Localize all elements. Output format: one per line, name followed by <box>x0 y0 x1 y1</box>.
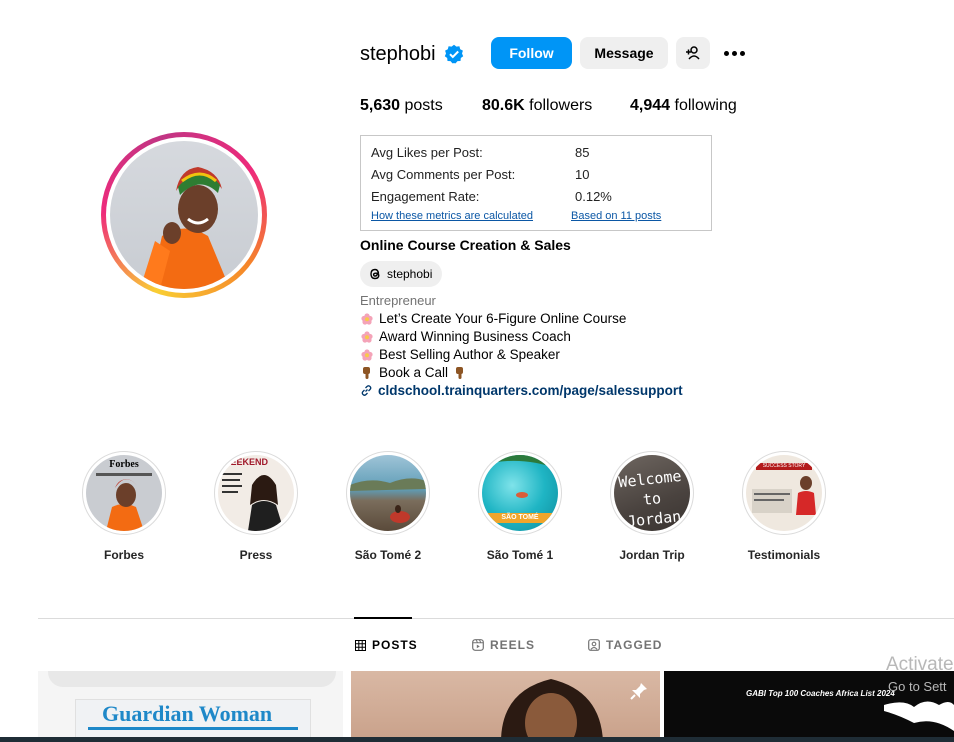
metrics-based-link[interactable]: Based on 11 posts <box>571 210 661 222</box>
highlight-jordan-trip[interactable]: Welcome to Jordan Jordan Trip <box>610 451 694 562</box>
followers-label: followers <box>529 97 593 114</box>
reels-icon <box>472 639 484 651</box>
tab-posts-label: POSTS <box>372 638 418 652</box>
verified-badge-icon <box>444 44 464 64</box>
bio-external-link[interactable]: cldschool.trainquarters.com/page/salessu… <box>360 383 683 398</box>
tab-reels[interactable]: REELS <box>472 638 535 652</box>
post-text: Guardian Woman <box>102 701 273 726</box>
highlight-label: Press <box>239 548 273 562</box>
avg-comments-label: Avg Comments per Post: <box>371 167 516 182</box>
active-tab-indicator <box>354 617 412 619</box>
posts-count: 5,630 <box>360 97 401 114</box>
bio-line-text: Book a Call <box>379 365 449 380</box>
metrics-box: Avg Likes per Post: 85 Avg Comments per … <box>360 135 712 231</box>
highlight-forbes[interactable]: Forbes Forbes <box>82 451 166 562</box>
posts-stat: 5,630 posts <box>360 97 443 115</box>
engagement-rate-label: Engagement Rate: <box>371 189 480 204</box>
profile-avatar[interactable] <box>101 132 267 298</box>
followers-stat[interactable]: 80.6K followers <box>482 97 592 115</box>
profile-photo <box>110 141 258 289</box>
windows-settings-text: Go to Sett <box>888 679 947 694</box>
bio-line-text: Best Selling Author & Speaker <box>379 347 560 362</box>
pointing-down-emoji-icon <box>456 366 464 379</box>
following-count: 4,944 <box>630 97 671 114</box>
bio-line-text: Award Winning Business Coach <box>379 329 571 344</box>
highlight-sao-tome-1[interactable]: SÃO TOMÉ São Tomé 1 <box>478 451 562 562</box>
highlight-thumb-text: SÃO TOMÉ <box>488 513 552 523</box>
avg-likes-label: Avg Likes per Post: <box>371 145 483 160</box>
highlight-label: Forbes <box>103 548 144 562</box>
profile-category-title: Online Course Creation & Sales <box>360 237 571 253</box>
grid-icon <box>355 639 366 651</box>
highlight-label: São Tomé 2 <box>354 548 422 562</box>
pointing-down-emoji-icon <box>363 366 370 379</box>
bottom-bar <box>0 737 954 742</box>
add-user-icon <box>686 46 700 60</box>
highlight-testimonials[interactable]: SUCCESS STORY Testimonials <box>742 451 826 562</box>
follow-button[interactable]: Follow <box>491 37 572 69</box>
bio-link-text: cldschool.trainquarters.com/page/salessu… <box>378 383 683 398</box>
highlight-label: Testimonials <box>747 548 821 562</box>
threads-handle: stephobi <box>387 267 433 281</box>
tabs-divider <box>38 618 954 619</box>
windows-activate-text: Activate <box>886 654 954 675</box>
tab-posts[interactable]: POSTS <box>355 638 418 652</box>
profile-username: stephobi <box>360 43 436 65</box>
followers-count: 80.6K <box>482 97 525 114</box>
bio-category: Entrepreneur <box>360 293 436 308</box>
highlight-sao-tome-2[interactable]: São Tomé 2 <box>346 451 430 562</box>
posts-label: posts <box>404 97 443 114</box>
bio-line: Award Winning Business Coach <box>360 329 571 344</box>
metrics-how-link[interactable]: How these metrics are calculated <box>371 210 533 222</box>
engagement-rate-value: 0.12% <box>575 189 612 204</box>
link-icon <box>361 385 372 396</box>
bio-line: Book a Call <box>360 365 467 380</box>
message-button[interactable]: Message <box>580 37 668 69</box>
tagged-icon <box>588 639 600 651</box>
threads-link[interactable]: stephobi <box>360 261 443 287</box>
following-stat[interactable]: 4,944 following <box>630 97 737 115</box>
avg-likes-value: 85 <box>575 145 590 160</box>
tab-tagged[interactable]: TAGGED <box>588 638 662 652</box>
following-label: following <box>674 97 737 114</box>
threads-icon <box>370 268 380 280</box>
tab-tagged-label: TAGGED <box>606 638 663 652</box>
avg-comments-value: 10 <box>575 167 590 182</box>
bio-line-text: Let’s Create Your 6-Figure Online Course <box>379 311 627 326</box>
flower-emoji-icon <box>361 330 373 343</box>
post-tile-pinned[interactable] <box>351 671 660 742</box>
highlight-label: Jordan Trip <box>619 548 685 562</box>
post-tile[interactable]: Guardian Woman <box>38 671 343 742</box>
bio-line: Best Selling Author & Speaker <box>360 347 560 362</box>
tab-reels-label: REELS <box>490 638 536 652</box>
add-user-button[interactable] <box>676 37 710 69</box>
flower-emoji-icon <box>361 348 373 361</box>
flower-emoji-icon <box>361 312 373 325</box>
highlight-thumb-text: Welcome to Jordan <box>617 466 683 531</box>
pin-icon <box>630 683 647 700</box>
highlight-press[interactable]: WEEKEND Press <box>214 451 298 562</box>
more-options-icon[interactable] <box>720 43 748 63</box>
bio-line: Let’s Create Your 6-Figure Online Course <box>360 311 626 326</box>
highlight-label: São Tomé 1 <box>486 548 554 562</box>
